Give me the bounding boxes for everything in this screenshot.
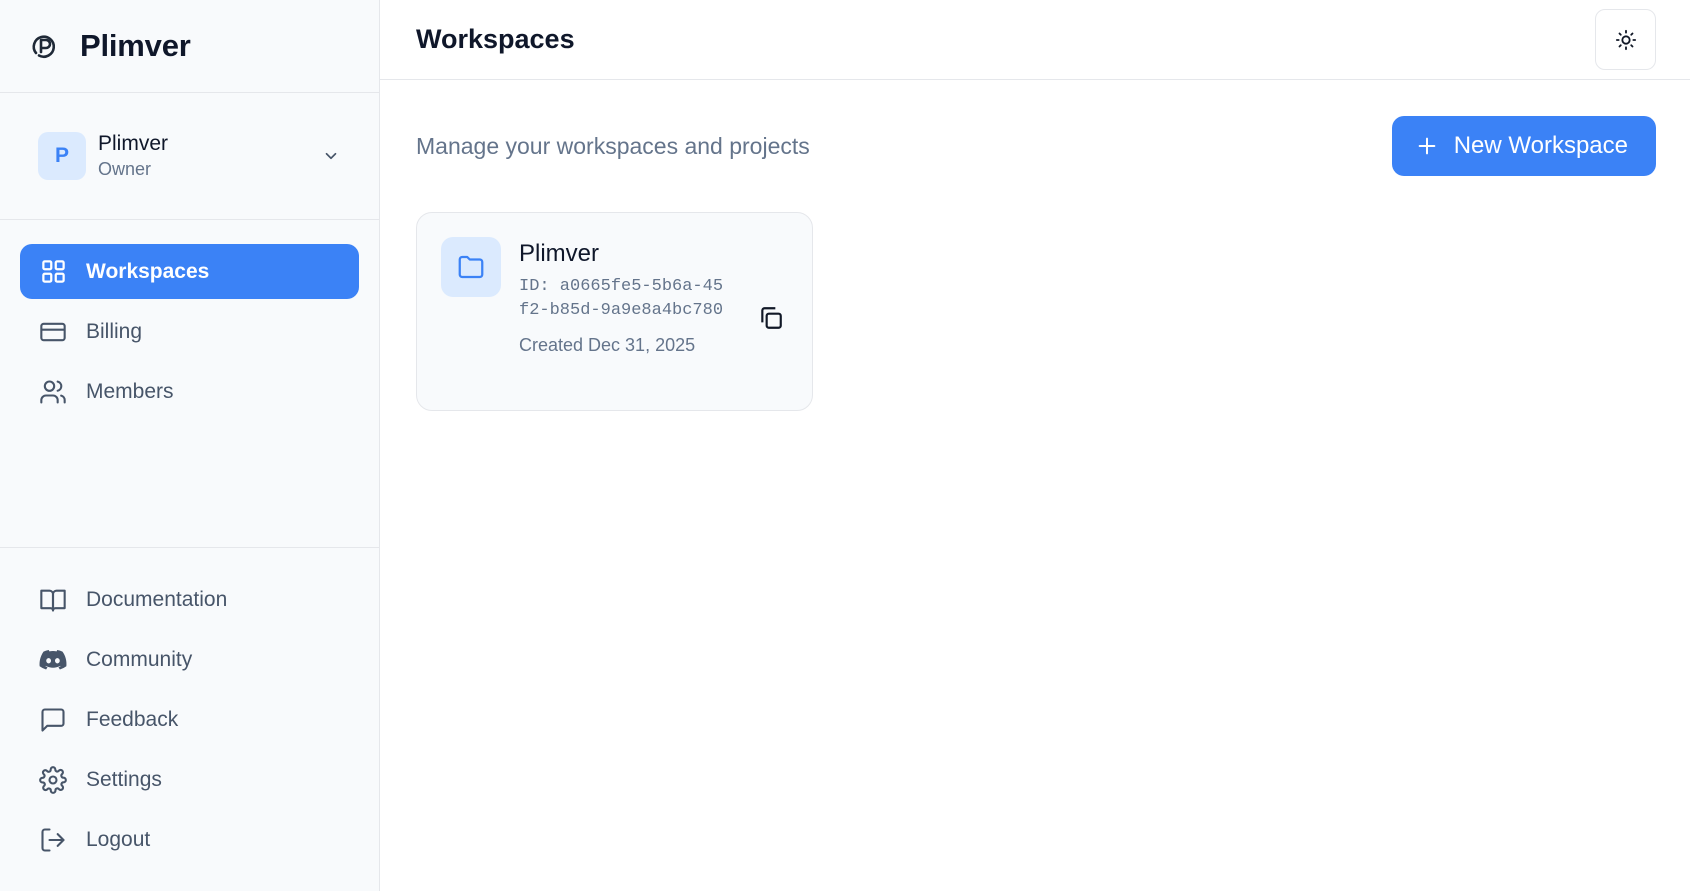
copy-icon[interactable] <box>756 303 786 333</box>
account-switcher[interactable]: P Plimver Owner <box>0 93 379 220</box>
sidebar-item-billing[interactable]: Billing <box>20 304 359 359</box>
sidebar-item-workspaces[interactable]: Workspaces <box>20 244 359 299</box>
gear-icon <box>38 765 68 795</box>
sidebar-item-community[interactable]: Community <box>20 632 360 687</box>
sidebar-item-label: Feedback <box>86 707 179 731</box>
sidebar: Plimver P Plimver Owner Workspaces Billi… <box>0 0 380 891</box>
workspaces-section: Manage your workspaces and projects New … <box>380 80 1690 411</box>
sidebar-item-label: Billing <box>86 319 143 343</box>
book-icon <box>38 585 68 615</box>
theme-toggle-button[interactable] <box>1595 9 1656 70</box>
chevron-down-icon[interactable] <box>319 144 343 168</box>
sun-icon <box>1615 29 1637 51</box>
logout-icon <box>38 825 68 855</box>
brand-name: Plimver <box>80 28 191 63</box>
workspace-name: Plimver <box>519 240 600 267</box>
sidebar-item-label: Documentation <box>86 587 228 611</box>
sidebar-item-label: Community <box>86 647 193 671</box>
folder-icon <box>441 237 501 297</box>
users-icon <box>38 377 68 407</box>
workspace-card[interactable]: Plimver ID: a0665fe5-5b6a-45f2-b85d-9a9e… <box>416 212 813 411</box>
top-bar: Workspaces <box>380 0 1690 80</box>
plimver-logo-icon <box>28 30 60 62</box>
workspace-id: ID: a0665fe5-5b6a-45f2-b85d-9a9e8a4bc780 <box>519 277 724 320</box>
new-workspace-label: New Workspace <box>1453 132 1628 159</box>
sidebar-item-logout[interactable]: Logout <box>20 812 360 867</box>
brand: Plimver <box>0 0 379 93</box>
sidebar-item-label: Settings <box>86 767 162 791</box>
secondary-nav: Documentation Community Feedback Setting… <box>0 547 380 872</box>
sidebar-item-label: Members <box>86 379 174 403</box>
sidebar-item-feedback[interactable]: Feedback <box>20 692 360 747</box>
sidebar-item-documentation[interactable]: Documentation <box>20 572 360 627</box>
page-subtitle: Manage your workspaces and projects <box>416 132 810 159</box>
grid-icon <box>38 257 68 287</box>
sidebar-item-members[interactable]: Members <box>20 364 359 419</box>
plus-icon <box>1416 134 1440 158</box>
sidebar-item-settings[interactable]: Settings <box>20 752 360 807</box>
page-title: Workspaces <box>416 24 575 54</box>
account-name: Plimver <box>98 132 169 155</box>
message-square-icon <box>38 705 68 735</box>
account-role: Owner <box>98 159 152 179</box>
discord-icon <box>38 645 68 675</box>
workspace-created-date: Created Dec 31, 2025 <box>519 335 696 355</box>
sidebar-item-label: Logout <box>86 827 151 851</box>
credit-card-icon <box>38 317 68 347</box>
main-content: Workspaces Manage your workspaces and pr… <box>380 0 1690 891</box>
avatar: P <box>38 132 86 180</box>
primary-nav: Workspaces Billing Members <box>0 220 379 419</box>
sidebar-item-label: Workspaces <box>86 259 210 283</box>
new-workspace-button[interactable]: New Workspace <box>1391 116 1656 176</box>
